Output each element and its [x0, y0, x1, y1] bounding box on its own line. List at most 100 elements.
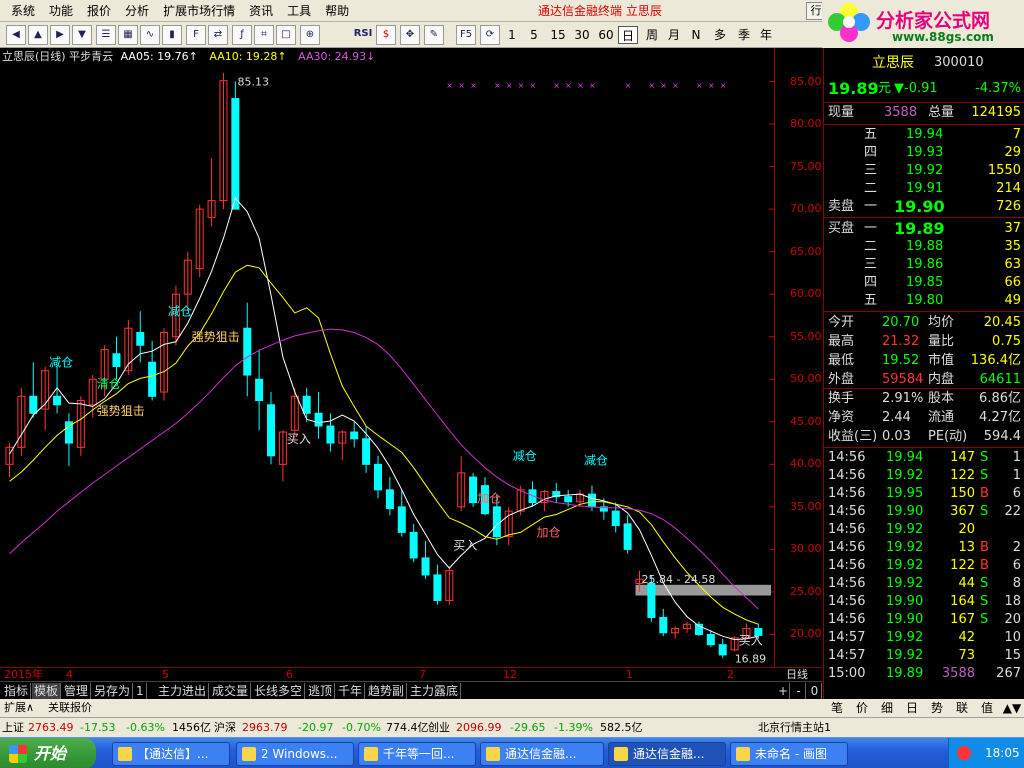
zoom-control-2[interactable]: 0	[808, 683, 822, 699]
indicator-tab-5[interactable]: 主力进出	[156, 683, 210, 699]
flower-logo-icon	[828, 3, 870, 42]
period-7[interactable]: 月	[664, 26, 684, 44]
ask-price: 19.92	[906, 163, 944, 178]
bid-volume: 66	[1004, 275, 1021, 290]
period-4[interactable]: 60	[596, 26, 616, 44]
back-icon[interactable]: ◀	[6, 25, 26, 45]
period-11[interactable]: 年	[756, 26, 776, 44]
menu-system[interactable]: 系统	[4, 3, 42, 19]
candle-body	[564, 496, 573, 503]
stock-list-icon[interactable]: ☰	[96, 25, 116, 45]
start-button[interactable]: 开始	[0, 738, 96, 768]
quote-tab-1[interactable]: 价	[850, 700, 874, 716]
move-icon[interactable]: ✥	[400, 25, 420, 45]
refresh-icon[interactable]: ⟳	[480, 25, 500, 45]
menu-help[interactable]: 帮助	[318, 3, 356, 19]
taskbar-item-5[interactable]: 未命名 - 画图	[730, 742, 848, 766]
indicator-tab-11[interactable]: 主力露底	[408, 683, 462, 699]
indicator-tab-2[interactable]: 管理	[62, 683, 92, 699]
signal-label: 减仓	[584, 453, 608, 467]
quote-tabs: 笔价细日势联值 ▲▼	[823, 699, 1024, 717]
down-icon[interactable]: ▼	[72, 25, 92, 45]
period-1[interactable]: 5	[524, 26, 544, 44]
task-label: 通达信金融...	[505, 747, 577, 761]
period-2[interactable]: 15	[548, 26, 568, 44]
indicator-tab-6[interactable]: 成交量	[210, 683, 252, 699]
indicator-tab-4[interactable]: 1	[134, 683, 147, 699]
menu-quote[interactable]: 报价	[80, 3, 118, 19]
quote-tab-0[interactable]: 笔	[825, 700, 849, 716]
kline-chart[interactable]: 85.13 16.89 25.84 - 24.58 减仓 清仓 强势狙击 减仓 强势狙击 买入加…	[0, 48, 775, 667]
period-6[interactable]: 周	[642, 26, 662, 44]
chart-canvas[interactable]: 85.1316.8925.84 - 24.58减仓清仓强势狙击减仓强势狙击买入加…	[0, 48, 775, 667]
quote-tab-4[interactable]: 势	[925, 700, 949, 716]
line-chart-icon[interactable]: ∿	[140, 25, 160, 45]
linked-quote-button[interactable]: 关联报价	[48, 700, 92, 716]
bid-level: 四	[864, 275, 878, 290]
candle-body	[433, 574, 442, 601]
windows-taskbar: 开始 【通达信】... 2 Windows... 千年等一回... 通达信金融... 通…	[0, 737, 1024, 768]
tick-count: 18	[1004, 594, 1021, 609]
quote-tab-5[interactable]: 联	[950, 700, 974, 716]
indicator-tab-1[interactable]: 模板	[32, 683, 62, 699]
ask-level: 五	[864, 127, 878, 142]
zoom-control-0[interactable]: +	[776, 683, 790, 699]
stat-value: 0.75	[992, 334, 1021, 349]
stat-value: 594.4	[983, 429, 1021, 444]
task-label: 千年等一回...	[383, 747, 455, 761]
clock: 18:05	[985, 746, 1020, 760]
window-icon[interactable]: □	[276, 25, 296, 45]
dollar-icon[interactable]: $	[376, 25, 396, 45]
pencil-icon[interactable]: ✎	[424, 25, 444, 45]
ma10-label: AA10: 19.28	[209, 50, 278, 63]
formula-icon[interactable]: ƒ	[232, 25, 252, 45]
menu-tools[interactable]: 工具	[280, 3, 318, 19]
tick-row: 14:57 19.92 42 10	[824, 629, 1024, 647]
candle-body	[326, 425, 335, 444]
menu-analysis[interactable]: 分析	[118, 3, 156, 19]
grid-icon[interactable]: ▦	[118, 25, 138, 45]
taskbar-item-3[interactable]: 通达信金融...	[480, 742, 604, 766]
taskbar-item-1[interactable]: 2 Windows...	[236, 742, 354, 766]
period-8[interactable]: N	[686, 26, 706, 44]
last-price: 19.89	[828, 79, 879, 98]
quote-tab-7[interactable]: ▲▼	[1000, 700, 1024, 716]
menu-function[interactable]: 功能	[42, 3, 80, 19]
compare-icon[interactable]: ⇄	[208, 25, 228, 45]
zoom-icon[interactable]: ⊕	[300, 25, 320, 45]
forward-icon[interactable]: ▶	[50, 25, 70, 45]
bar-chart-icon[interactable]: ▮	[162, 25, 182, 45]
stat-label: 净资	[828, 410, 855, 425]
period-10[interactable]: 季	[734, 26, 754, 44]
period-5[interactable]: 日	[618, 26, 638, 44]
taskbar-item-0[interactable]: 【通达信】...	[112, 742, 230, 766]
quote-tab-3[interactable]: 日	[900, 700, 924, 716]
expand-button[interactable]: 扩展∧	[4, 700, 34, 716]
quote-tab-6[interactable]: 值	[975, 700, 999, 716]
menu-extended-market[interactable]: 扩展市场行情	[156, 3, 242, 19]
quote-tab-2[interactable]: 细	[875, 700, 899, 716]
up-icon[interactable]: ▲	[28, 25, 48, 45]
indicator-tab-3[interactable]: 另存为	[92, 683, 134, 699]
indicator-tab-8[interactable]: 逃顶	[306, 683, 336, 699]
indicator-tab-0[interactable]: 指标	[2, 683, 32, 699]
taskbar-item-2[interactable]: 千年等一回...	[358, 742, 476, 766]
indicator-tab-7[interactable]: 长线多空	[252, 683, 306, 699]
menu-news[interactable]: 资讯	[242, 3, 280, 19]
task-label: 2 Windows...	[261, 747, 338, 761]
indicator-tab-10[interactable]: 趋势副	[366, 683, 408, 699]
f5-icon[interactable]: F5	[456, 25, 476, 45]
rsi-icon[interactable]: RSI	[352, 25, 374, 45]
period-3[interactable]: 30	[572, 26, 592, 44]
task-label: 通达信金融...	[633, 747, 705, 761]
tray-app-icon[interactable]	[957, 746, 971, 760]
period-0[interactable]: 1	[502, 26, 522, 44]
stat-row: 收益(三) 0.03 PE(动) 594.4	[824, 428, 1024, 446]
taskbar-item-4[interactable]: 通达信金融...	[608, 742, 726, 766]
period-9[interactable]: 多	[710, 26, 730, 44]
indicator-icon[interactable]: ⌗	[254, 25, 274, 45]
signal-label: 买入	[739, 634, 763, 648]
zoom-control-1[interactable]: -	[792, 683, 806, 699]
f10-icon[interactable]: F	[186, 25, 206, 45]
indicator-tab-9[interactable]: 千年	[336, 683, 366, 699]
